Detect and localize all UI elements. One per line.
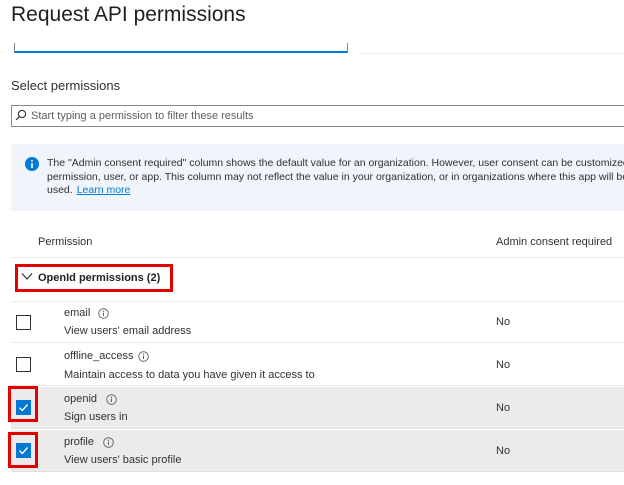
- info-icon: [25, 157, 39, 171]
- info-icon[interactable]: [103, 437, 114, 448]
- search-input[interactable]: [31, 106, 611, 126]
- info-icon[interactable]: [98, 308, 109, 319]
- permission-search-box[interactable]: [11, 105, 624, 127]
- admin-consent-column-header[interactable]: Admin consent required: [496, 236, 612, 248]
- api-tab-right[interactable]: [360, 43, 624, 54]
- select-permissions-label: Select permissions: [11, 78, 121, 93]
- admin-consent-value: No: [496, 359, 511, 371]
- info-icon[interactable]: [106, 394, 117, 405]
- permission-name: openid: [64, 393, 98, 405]
- admin-consent-value: No: [496, 445, 511, 457]
- search-icon: [15, 109, 27, 121]
- permission-name: profile: [64, 436, 94, 448]
- info-banner-text: The "Admin consent required" column show…: [47, 157, 624, 198]
- checkmark-icon: [19, 447, 29, 455]
- admin-consent-value: No: [496, 316, 511, 328]
- admin-consent-value: No: [496, 402, 511, 414]
- checkbox-profile[interactable]: [16, 443, 31, 458]
- permission-description: View users' basic profile: [64, 454, 182, 466]
- info-banner-message: The "Admin consent required" column show…: [47, 157, 624, 196]
- checkbox-openid[interactable]: [16, 400, 31, 415]
- permission-description: Maintain access to data you have given i…: [64, 369, 315, 381]
- learn-more-link[interactable]: Learn more: [77, 184, 131, 196]
- chevron-down-icon[interactable]: [21, 272, 33, 281]
- group-label[interactable]: OpenId permissions (2): [38, 272, 160, 284]
- checkbox-email[interactable]: [16, 315, 31, 330]
- checkmark-icon: [19, 404, 29, 412]
- page-title: Request API permissions: [11, 3, 246, 26]
- permission-name: offline_access: [64, 350, 134, 362]
- info-icon[interactable]: [138, 351, 149, 362]
- permission-name: email: [64, 307, 91, 319]
- checkbox-offline-access[interactable]: [16, 357, 31, 372]
- permission-column-header[interactable]: Permission: [38, 236, 92, 248]
- permission-description: Sign users in: [64, 411, 128, 423]
- permission-description: View users' email address: [64, 325, 192, 337]
- info-banner: The "Admin consent required" column show…: [11, 144, 624, 211]
- api-tab-left[interactable]: [14, 43, 348, 53]
